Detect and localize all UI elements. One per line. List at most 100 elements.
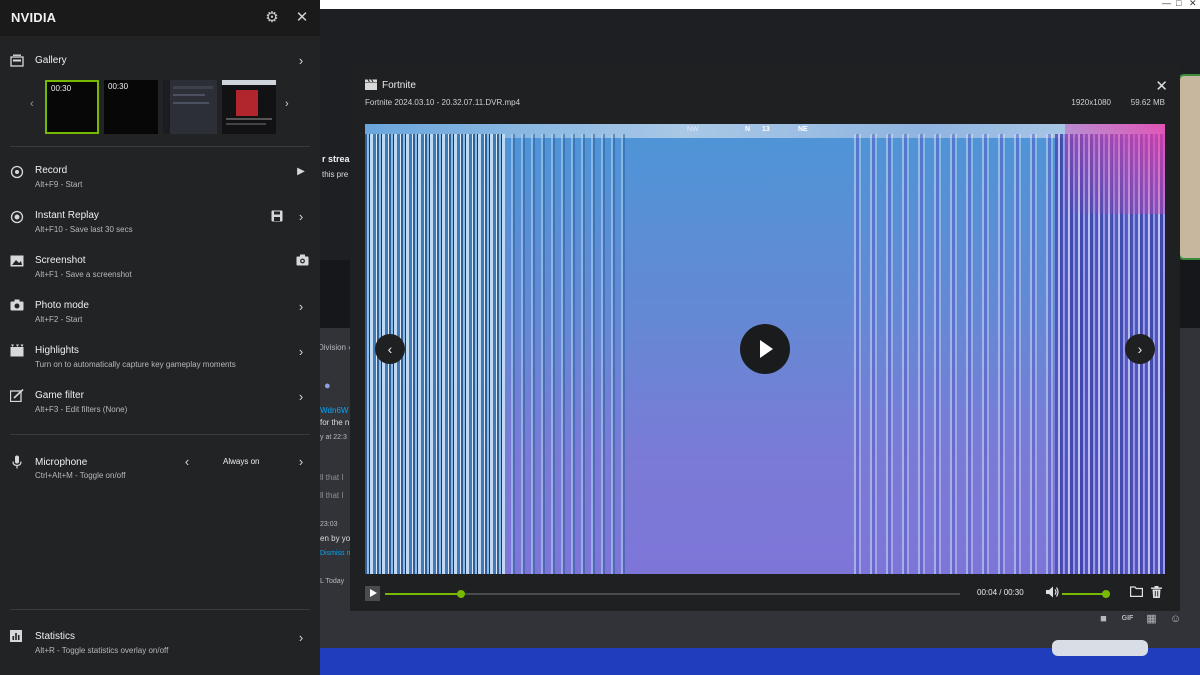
highlights-label: Highlights — [35, 345, 79, 356]
video-viewer: Fortnite ✕ Fortnite 2024.03.10 - 20.32.0… — [350, 64, 1180, 611]
play-button[interactable] — [740, 324, 790, 374]
highlights-chevron-right-icon[interactable]: › — [296, 345, 306, 359]
settings-gear-icon[interactable]: ⚙ — [262, 8, 282, 28]
photo-mode-camera-icon — [10, 299, 24, 313]
instant-replay-row[interactable]: Instant Replay Alt+F10 - Save last 30 se… — [0, 208, 320, 238]
chat-seen-by: en by yo — [320, 534, 351, 543]
gift-icon[interactable]: ■ — [1096, 612, 1111, 626]
gif-icon[interactable]: GIF — [1120, 612, 1135, 626]
seek-handle[interactable] — [457, 590, 465, 598]
viewer-title: Fortnite — [382, 80, 416, 91]
record-play-icon[interactable]: ▶ — [296, 165, 306, 179]
gallery-row[interactable]: Gallery › — [0, 52, 320, 72]
compass-n: N — [745, 126, 751, 133]
game-filter-row[interactable]: Game filter Alt+F3 - Edit filters (None)… — [0, 388, 320, 418]
panel-close-icon[interactable]: ✕ — [292, 8, 312, 28]
highlights-row[interactable]: Highlights Turn on to automatically capt… — [0, 343, 320, 373]
window-close-icon[interactable]: ✕ — [1189, 0, 1197, 9]
record-row[interactable]: Record Alt+F9 - Start ▶ — [0, 163, 320, 193]
background-titlebar: — □ ✕ — [320, 0, 1200, 9]
stream-heading: r strea — [322, 154, 350, 164]
divider — [10, 146, 310, 147]
previous-video-button[interactable]: ‹ — [375, 334, 405, 364]
chat-timestamp: y at 22:3 — [320, 434, 347, 441]
video-artifact-stripes — [505, 134, 625, 574]
gallery-thumbnail[interactable] — [163, 80, 217, 134]
video-frame[interactable]: NW N 13 NE ‹ › — [365, 124, 1165, 574]
thumbs-prev-icon[interactable]: ‹ — [30, 98, 34, 110]
record-icon — [10, 165, 24, 179]
microphone-prev-icon[interactable]: ‹ — [182, 455, 192, 469]
volume-icon[interactable] — [1046, 586, 1060, 600]
thumbs-next-icon[interactable]: › — [285, 98, 289, 110]
next-video-button[interactable]: › — [1125, 334, 1155, 364]
statistics-shortcut: Alt+R - Toggle statistics overlay on/off — [35, 646, 169, 655]
gallery-thumbnail[interactable] — [222, 80, 276, 134]
playback-controls: 00:04 / 00:30 — [365, 584, 1165, 604]
compass-number: 13 — [762, 126, 770, 133]
photo-mode-row[interactable]: Photo mode Alt+F2 - Start › — [0, 298, 320, 328]
playback-time: 00:04 / 00:30 — [977, 588, 1024, 597]
delete-trash-icon[interactable] — [1151, 586, 1163, 600]
screenshot-row[interactable]: Screenshot Alt+F1 - Save a screenshot — [0, 253, 320, 283]
clapperboard-icon — [365, 79, 377, 91]
gallery-icon — [10, 54, 24, 68]
gallery-thumbnail[interactable]: 00:30 — [45, 80, 99, 134]
play-icon — [760, 340, 773, 358]
microphone-label: Microphone — [35, 457, 88, 468]
game-filter-chevron-right-icon[interactable]: › — [296, 390, 306, 404]
screenshot-shortcut: Alt+F1 - Save a screenshot — [35, 270, 132, 279]
save-icon[interactable] — [271, 210, 285, 224]
gallery-chevron-right-icon[interactable]: › — [296, 54, 306, 68]
chat-faded-line-1: ll that I — [320, 473, 344, 482]
volume-slider[interactable] — [1062, 590, 1110, 598]
instant-replay-chevron-right-icon[interactable]: › — [296, 210, 306, 224]
statistics-chevron-right-icon[interactable]: › — [296, 631, 306, 645]
seek-progress — [385, 593, 461, 595]
seek-bar[interactable] — [385, 590, 960, 598]
divider — [10, 609, 310, 610]
compass-nw: NW — [687, 126, 699, 133]
chat-input-icons: ■ GIF ▦ ☺ — [1096, 612, 1183, 626]
sticker-icon[interactable]: ▦ — [1144, 612, 1159, 626]
screen: — □ ✕ r strea this pre Division ‹ ● Wdn6… — [0, 0, 1200, 675]
photo-mode-label: Photo mode — [35, 300, 89, 311]
microphone-mode-value: Always on — [223, 457, 260, 466]
chat-link[interactable]: Wdn6W — [320, 406, 348, 415]
video-resolution: 1920x1080 — [1071, 98, 1111, 107]
video-filesize: 59.62 MB — [1130, 98, 1165, 107]
emoji-icon[interactable]: ☺ — [1168, 612, 1183, 626]
record-shortcut: Alt+F9 - Start — [35, 180, 83, 189]
minimize-icon[interactable]: — — [1162, 0, 1171, 8]
screenshot-image-icon — [10, 255, 24, 269]
panel-title: NVIDIA — [11, 10, 57, 25]
chat-division: Division ‹ — [318, 343, 351, 352]
thumbnail-duration: 00:30 — [108, 82, 129, 91]
taskbar-pill — [1052, 640, 1148, 656]
control-play-button[interactable] — [365, 586, 380, 601]
play-icon — [370, 589, 377, 597]
microphone-icon — [10, 455, 24, 469]
statistics-row[interactable]: Statistics Alt+R - Toggle statistics ove… — [0, 629, 320, 659]
microphone-next-icon[interactable]: › — [296, 455, 306, 469]
photo-mode-shortcut: Alt+F2 - Start — [35, 315, 83, 324]
gallery-thumbnail[interactable]: 00:30 — [104, 80, 158, 134]
volume-handle[interactable] — [1102, 590, 1110, 598]
background-card — [1178, 74, 1200, 260]
stream-subtext: this pre — [322, 170, 349, 179]
chat-dismiss-link[interactable]: Dismiss m — [320, 550, 352, 557]
gallery-thumbnails: 00:30 00:30 — [45, 80, 276, 134]
nvidia-panel: NVIDIA ⚙ ✕ Gallery › ‹ 00:30 00:30 › Rec… — [0, 0, 320, 675]
camera-icon[interactable] — [296, 254, 310, 268]
folder-icon[interactable] — [1130, 586, 1144, 600]
chat-time-2: 23:03 — [320, 521, 338, 528]
compass-ne: NE — [798, 126, 808, 133]
viewer-close-icon[interactable]: ✕ — [1155, 77, 1168, 95]
game-filter-icon — [10, 389, 24, 403]
photo-mode-chevron-right-icon[interactable]: › — [296, 300, 306, 314]
game-filter-label: Game filter — [35, 390, 84, 401]
screenshot-label: Screenshot — [35, 255, 86, 266]
maximize-icon[interactable]: □ — [1176, 0, 1181, 8]
instant-replay-shortcut: Alt+F10 - Save last 30 secs — [35, 225, 133, 234]
video-color-glitch — [1065, 124, 1165, 214]
